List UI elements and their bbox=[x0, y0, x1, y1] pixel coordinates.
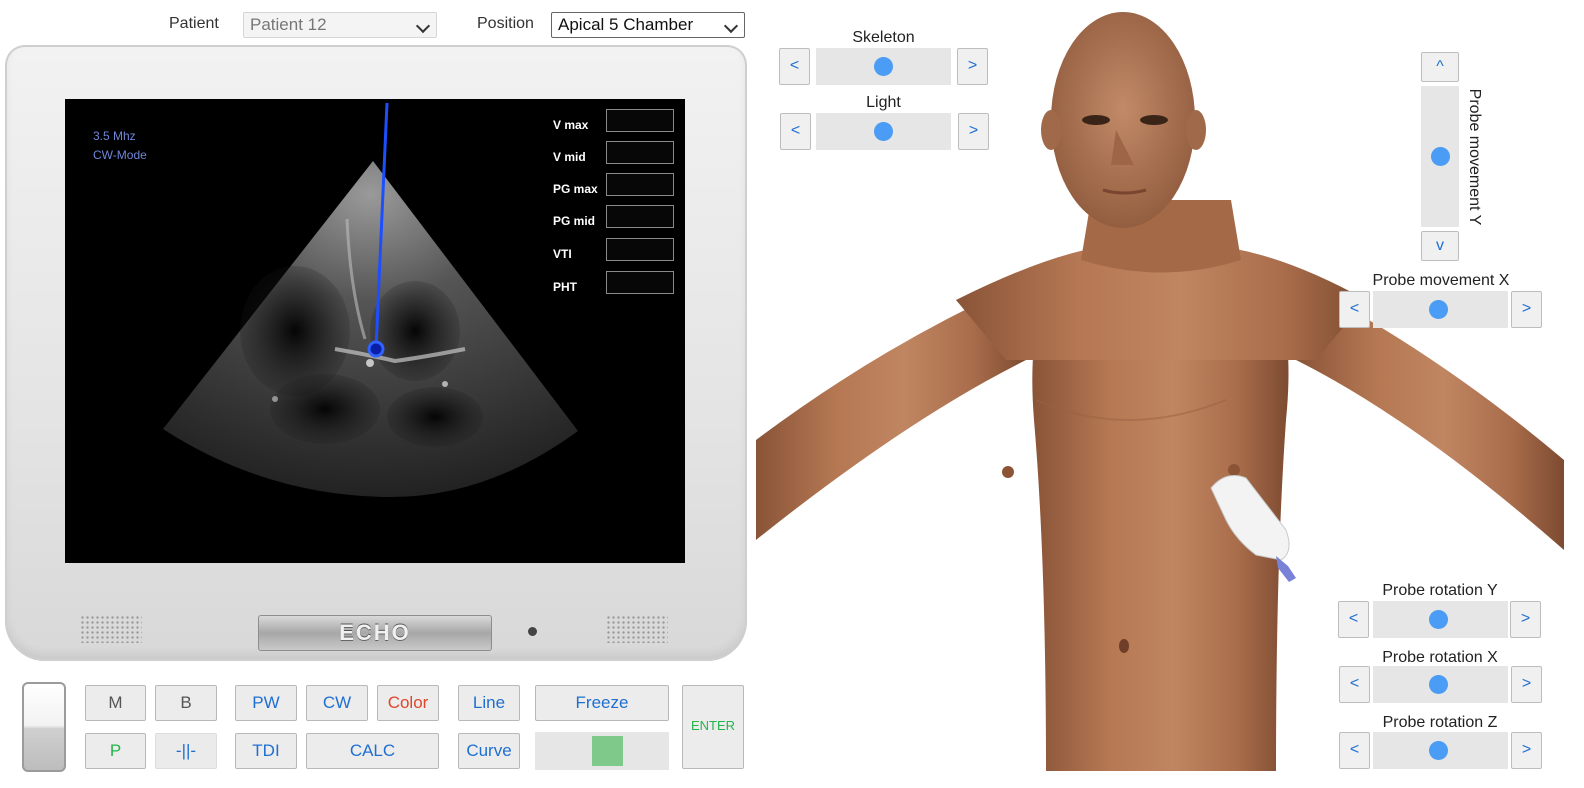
b-mode-button[interactable]: B bbox=[155, 685, 217, 721]
probe-rotation-y-label: Probe rotation Y bbox=[1382, 582, 1498, 599]
sample-volume-marker bbox=[367, 340, 385, 358]
probe-rotation-z-knob[interactable] bbox=[1429, 741, 1448, 760]
mode-text: CW-Mode bbox=[93, 148, 147, 162]
curve-button[interactable]: Curve bbox=[458, 733, 520, 769]
probe-movement-x-knob[interactable] bbox=[1429, 300, 1448, 319]
gain-toggle-switch[interactable] bbox=[22, 682, 66, 772]
probe-movement-x-label: Probe movement X bbox=[1372, 272, 1510, 289]
p-button[interactable]: P bbox=[85, 733, 146, 769]
chevron-down-icon bbox=[415, 18, 431, 34]
speaker-grille-left bbox=[80, 615, 142, 643]
skeleton-decrease-button[interactable]: < bbox=[779, 48, 810, 85]
skeleton-slider[interactable] bbox=[816, 48, 951, 85]
patient-select-value: Patient 12 bbox=[250, 15, 327, 34]
head bbox=[1051, 12, 1195, 228]
patient-select[interactable]: Patient 12 bbox=[243, 12, 437, 38]
ultrasound-image bbox=[163, 102, 578, 498]
skeleton-increase-button[interactable]: > bbox=[957, 48, 988, 85]
skeleton-slider-knob[interactable] bbox=[874, 57, 893, 76]
probe-movement-y-label: Probe movement Y bbox=[1466, 88, 1483, 226]
measure-value-box bbox=[606, 271, 674, 294]
probe-rot-x-increase-button[interactable]: > bbox=[1511, 666, 1542, 703]
line-button[interactable]: Line bbox=[458, 685, 520, 721]
probe-rot-y-decrease-button[interactable]: < bbox=[1338, 601, 1369, 638]
probe-rotation-y-slider[interactable] bbox=[1373, 601, 1508, 638]
probe-x-increase-button[interactable]: > bbox=[1511, 291, 1542, 328]
chevron-down-icon bbox=[723, 18, 739, 34]
position-select[interactable]: Apical 5 Chamber bbox=[551, 12, 745, 38]
tdi-button[interactable]: TDI bbox=[235, 733, 297, 769]
measure-value-box bbox=[606, 205, 674, 228]
measure-label: V max bbox=[553, 118, 589, 132]
enter-button[interactable]: ENTER bbox=[682, 685, 744, 769]
probe-movement-x-slider[interactable] bbox=[1373, 291, 1508, 328]
probe-rotation-z-slider[interactable] bbox=[1373, 732, 1508, 769]
probe-rot-z-increase-button[interactable]: > bbox=[1511, 732, 1542, 769]
probe-x-decrease-button[interactable]: < bbox=[1339, 291, 1370, 328]
measure-label: PHT bbox=[553, 280, 577, 294]
probe-y-up-button[interactable]: ^ bbox=[1421, 52, 1459, 82]
light-decrease-button[interactable]: < bbox=[780, 113, 811, 150]
measure-label: VTI bbox=[553, 247, 572, 261]
measure-value-box bbox=[606, 238, 674, 261]
status-indicator-track bbox=[535, 732, 669, 770]
probe-rot-z-decrease-button[interactable]: < bbox=[1339, 732, 1370, 769]
measure-value-box bbox=[606, 109, 674, 132]
cw-button[interactable]: CW bbox=[306, 685, 368, 721]
color-button[interactable]: Color bbox=[377, 685, 439, 721]
probe-rotation-x-slider[interactable] bbox=[1373, 666, 1508, 703]
measure-value-box bbox=[606, 141, 674, 164]
position-select-value: Apical 5 Chamber bbox=[558, 15, 694, 34]
probe-rotation-x-knob[interactable] bbox=[1429, 675, 1448, 694]
m-mode-button[interactable]: M bbox=[85, 685, 146, 721]
speaker-grille-right bbox=[606, 615, 668, 643]
ultrasound-screen[interactable]: 3.5 Mhz CW-Mode V max V mid PG max PG mi… bbox=[65, 99, 685, 563]
probe-movement-y-knob[interactable] bbox=[1431, 147, 1450, 166]
measure-value-box bbox=[606, 173, 674, 196]
patient-label: Patient bbox=[169, 15, 219, 32]
probe-movement-y-slider[interactable] bbox=[1421, 86, 1459, 227]
position-label: Position bbox=[477, 15, 534, 32]
light-slider[interactable] bbox=[816, 113, 951, 150]
status-indicator-square bbox=[592, 736, 623, 766]
probe-rot-x-decrease-button[interactable]: < bbox=[1339, 666, 1370, 703]
measure-label: V mid bbox=[553, 150, 586, 164]
calc-button[interactable]: CALC bbox=[306, 733, 439, 769]
pw-button[interactable]: PW bbox=[235, 685, 297, 721]
light-slider-knob[interactable] bbox=[874, 122, 893, 141]
measure-label: PG max bbox=[553, 182, 598, 196]
probe-rot-y-increase-button[interactable]: > bbox=[1510, 601, 1541, 638]
frequency-text: 3.5 Mhz bbox=[93, 129, 136, 143]
freeze-button[interactable]: Freeze bbox=[535, 685, 669, 721]
split-button[interactable]: -||- bbox=[155, 733, 217, 769]
light-label: Light bbox=[866, 94, 901, 111]
probe-rotation-y-knob[interactable] bbox=[1429, 610, 1448, 629]
probe-y-down-button[interactable]: v bbox=[1421, 231, 1459, 261]
light-increase-button[interactable]: > bbox=[958, 113, 989, 150]
probe-rotation-z-label: Probe rotation Z bbox=[1382, 714, 1498, 731]
probe-rotation-x-label: Probe rotation X bbox=[1382, 649, 1498, 666]
power-led bbox=[528, 627, 537, 636]
measure-label: PG mid bbox=[553, 214, 596, 228]
skeleton-label: Skeleton bbox=[852, 29, 915, 46]
monitor-brand-plate: ECHO bbox=[258, 615, 492, 651]
